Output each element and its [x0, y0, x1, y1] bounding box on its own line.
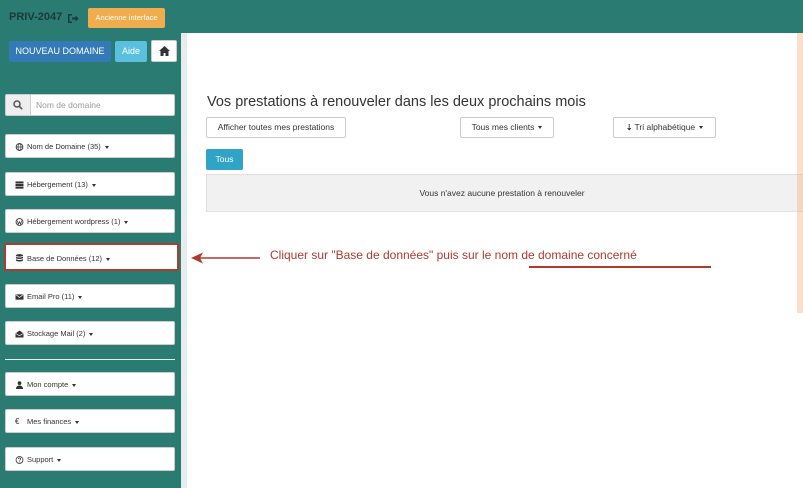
sidebar-item-domains[interactable]: Nom de Domaine (35) — [5, 134, 175, 158]
sidebar-border — [181, 33, 187, 488]
help-button[interactable]: Aide — [115, 41, 147, 62]
page-title: Vos prestations à renouveler dans les de… — [207, 94, 586, 110]
sidebar-divider — [5, 359, 175, 360]
sidebar-item-support[interactable]: Support — [5, 447, 175, 471]
sort-alpha-icon: ⇣ — [625, 123, 633, 132]
server-icon — [15, 181, 24, 189]
home-icon — [159, 46, 170, 56]
search-input[interactable] — [36, 98, 172, 112]
annotation-text-underlined: e nom de domaine concerné — [484, 248, 637, 262]
annotation-arrow-icon — [191, 252, 260, 264]
services-table: Vous n'avez aucune prestation à renouvel… — [206, 174, 803, 212]
old-interface-button[interactable]: Ancienne interface — [88, 8, 165, 28]
envelope-open-icon — [15, 330, 24, 338]
clients-filter-dropdown[interactable]: Tous mes clients — [460, 117, 554, 138]
domain-search — [5, 94, 175, 116]
annotation-underline — [529, 266, 711, 268]
empty-message: Vous n'avez aucune prestation à renouvel… — [419, 188, 585, 198]
sidebar-item-label: Mes finances — [27, 417, 80, 426]
sort-dropdown[interactable]: ⇣ Tri alphabétique — [613, 117, 716, 138]
sidebar-item-label: Hébergement wordpress (1) — [27, 217, 129, 226]
sidebar-item-label: Support — [27, 455, 62, 464]
sidebar-item-finances[interactable]: € Mes finances — [5, 409, 175, 433]
clients-filter-label: Tous mes clients — [471, 122, 535, 132]
sidebar-item-label: Mon compte — [27, 380, 77, 389]
euro-icon: € — [15, 417, 20, 426]
database-icon — [15, 254, 24, 262]
sidebar-item-label: Email Pro (11) — [27, 292, 83, 301]
sidebar-item-wordpress[interactable]: Hébergement wordpress (1) — [5, 209, 175, 233]
sidebar-item-account[interactable]: Mon compte — [5, 372, 175, 396]
sidebar-item-label: Base de Données (12) — [27, 254, 111, 263]
sidebar-item-mail-storage[interactable]: Stockage Mail (2) — [5, 321, 175, 345]
show-all-services-button[interactable]: Afficher toutes mes prestations — [206, 117, 346, 138]
sidebar-item-hosting[interactable]: Hébergement (13) — [5, 172, 175, 196]
globe-icon — [15, 143, 24, 151]
envelope-icon — [15, 294, 24, 300]
wordpress-icon — [15, 218, 24, 226]
annotation-text-part: Cliquer sur "Base de données" puis sur l — [270, 248, 485, 262]
home-button[interactable] — [151, 40, 177, 62]
chevron-down-icon — [538, 126, 543, 130]
scrollbar[interactable] — [797, 33, 803, 313]
user-icon — [15, 381, 24, 389]
app-root: PRIV-2047 Ancienne interface NOUVEAU DOM… — [0, 0, 803, 488]
new-domain-button[interactable]: NOUVEAU DOMAINE — [9, 41, 111, 62]
sidebar-item-databases[interactable]: Base de Données (12) — [4, 243, 179, 271]
annotation-text: Cliquer sur "Base de données" puis sur l… — [270, 248, 637, 262]
chevron-down-icon — [699, 126, 704, 130]
sidebar-item-label: Hébergement (13) — [27, 180, 96, 189]
search-icon — [13, 100, 23, 110]
account-name: PRIV-2047 — [9, 11, 63, 23]
tab-all[interactable]: Tous — [206, 149, 243, 170]
search-addon — [6, 95, 31, 115]
sidebar-item-email-pro[interactable]: Email Pro (11) — [5, 284, 175, 308]
sidebar-item-label: Stockage Mail (2) — [27, 329, 94, 338]
sidebar-item-label: Nom de Domaine (35) — [27, 142, 109, 151]
logout-icon[interactable] — [67, 11, 79, 23]
question-icon — [15, 456, 24, 464]
sort-label: Tri alphabétique — [634, 122, 696, 132]
